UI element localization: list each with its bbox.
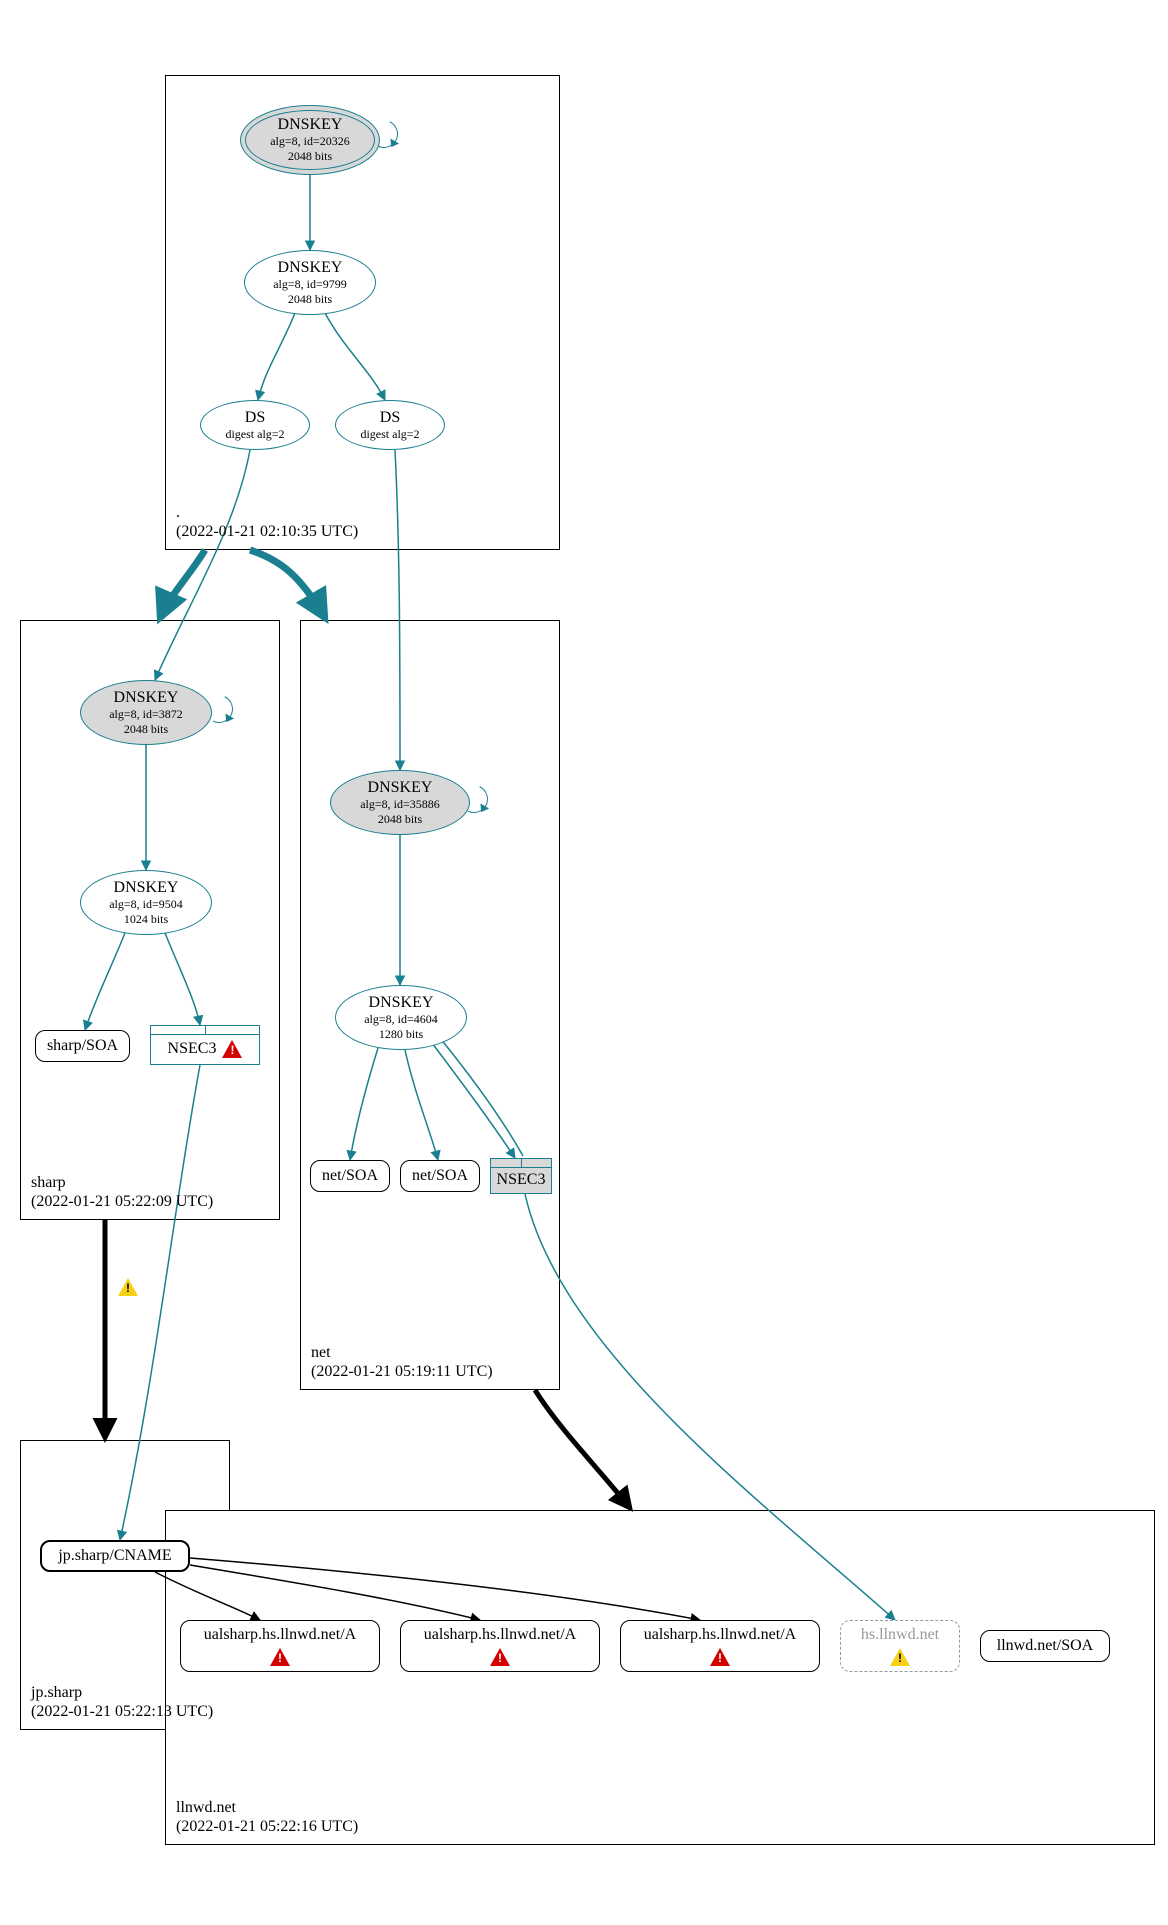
warning-icon: ! [710,1648,730,1666]
sharp-zsk: DNSKEY alg=8, id=9504 1024 bits [80,870,212,935]
ual2-title: ualsharp.hs.llnwd.net/A [424,1626,576,1644]
net-soa1: net/SOA [310,1160,390,1192]
net-zsk: DNSKEY alg=8, id=4604 1280 bits [335,985,467,1050]
sharp-nsec3: NSEC3 ! [150,1025,260,1065]
root-zsk: DNSKEY alg=8, id=9799 2048 bits [244,250,376,315]
ual1: ualsharp.hs.llnwd.net/A ! [180,1620,380,1672]
ds-left: DS digest alg=2 [200,400,310,450]
sharp-zsk-sub2: 1024 bits [124,912,168,927]
sharp-zsk-title: DNSKEY [114,879,179,897]
sharp-soa: sharp/SOA [35,1030,130,1062]
sharp-ksk-sub1: alg=8, id=3872 [109,707,183,722]
ds-left-sub: digest alg=2 [225,427,284,442]
zone-sharp-name: sharp [31,1174,66,1191]
net-zsk-sub2: 1280 bits [379,1027,423,1042]
net-ksk-sub1: alg=8, id=35886 [360,797,440,812]
ual2: ualsharp.hs.llnwd.net/A ! [400,1620,600,1672]
warning-icon: ! [222,1040,242,1058]
net-nsec3: NSEC3 [490,1158,552,1194]
sharp-soa-title: sharp/SOA [47,1037,118,1055]
root-zsk-title: DNSKEY [278,259,343,277]
warning-icon: ! [270,1648,290,1666]
zone-root-name: . [176,504,180,521]
net-soa2-title: net/SOA [412,1167,468,1185]
llnwd-soa-title: llnwd.net/SOA [997,1637,1093,1655]
net-ksk-title: DNSKEY [368,779,433,797]
sharp-ksk-title: DNSKEY [114,689,179,707]
caution-icon: ! [118,1278,138,1296]
ds-right-sub: digest alg=2 [360,427,419,442]
zone-net-ts: (2022-01-21 05:19:11 UTC) [311,1363,493,1380]
jp-cname-title: jp.sharp/CNAME [58,1547,171,1565]
zone-jpsharp-name: jp.sharp [31,1684,82,1701]
root-ksk-title: DNSKEY [278,116,343,134]
llnwd-soa: llnwd.net/SOA [980,1630,1110,1662]
warning-icon: ! [490,1648,510,1666]
sharp-ksk: DNSKEY alg=8, id=3872 2048 bits [80,680,212,745]
zone-jpsharp-ts: (2022-01-21 05:22:13 UTC) [31,1703,213,1720]
ds-right-title: DS [380,409,400,427]
net-nsec3-title: NSEC3 [497,1171,546,1189]
root-zsk-sub1: alg=8, id=9799 [273,277,347,292]
net-zsk-sub1: alg=8, id=4604 [364,1012,438,1027]
ual3-title: ualsharp.hs.llnwd.net/A [644,1626,796,1644]
zone-net-name: net [311,1344,331,1361]
net-ksk-sub2: 2048 bits [378,812,422,827]
hs-llnwd: hs.llnwd.net ! [840,1620,960,1672]
zone-llnwd-ts: (2022-01-21 05:22:16 UTC) [176,1818,358,1835]
net-ksk: DNSKEY alg=8, id=35886 2048 bits [330,770,470,835]
net-soa2: net/SOA [400,1160,480,1192]
ual1-title: ualsharp.hs.llnwd.net/A [204,1626,356,1644]
sharp-ksk-sub2: 2048 bits [124,722,168,737]
ds-right: DS digest alg=2 [335,400,445,450]
ds-left-title: DS [245,409,265,427]
zone-root-ts: (2022-01-21 02:10:35 UTC) [176,523,358,540]
net-soa1-title: net/SOA [322,1167,378,1185]
hs-llnwd-title: hs.llnwd.net [861,1626,939,1644]
root-ksk: DNSKEY alg=8, id=20326 2048 bits [240,105,380,175]
sharp-zsk-sub1: alg=8, id=9504 [109,897,183,912]
jp-cname: jp.sharp/CNAME [40,1540,190,1572]
root-ksk-sub2: 2048 bits [288,149,332,164]
zone-llnwd-name: llnwd.net [176,1799,236,1816]
sharp-nsec3-title: NSEC3 [168,1040,217,1058]
root-zsk-sub2: 2048 bits [288,292,332,307]
caution-icon: ! [890,1648,910,1666]
zone-llnwd: llnwd.net (2022-01-21 05:22:16 UTC) [165,1510,1155,1845]
zone-sharp-ts: (2022-01-21 05:22:09 UTC) [31,1193,213,1210]
ual3: ualsharp.hs.llnwd.net/A ! [620,1620,820,1672]
root-ksk-sub1: alg=8, id=20326 [270,134,350,149]
net-zsk-title: DNSKEY [369,994,434,1012]
